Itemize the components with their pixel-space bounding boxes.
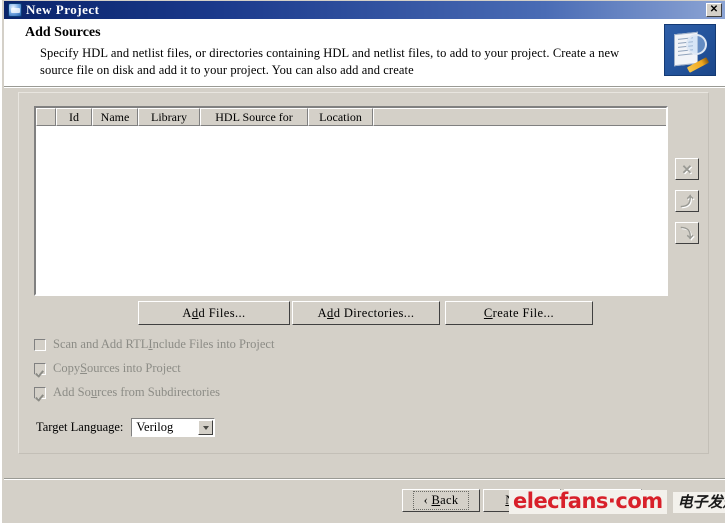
checkbox-box-scan-add-rtl[interactable] <box>34 338 46 351</box>
target-language-value: Verilog <box>136 420 174 434</box>
back-button-focus-ring: ‹ Back <box>412 491 470 510</box>
finish-button[interactable]: Finish <box>564 489 642 512</box>
dialog-body: Id Name Library HDL Source for Location … <box>4 88 725 478</box>
checkbox-label-subdirs-post: rces from Subdirectories <box>97 385 220 399</box>
back-button[interactable]: ‹ Back <box>402 489 480 512</box>
move-source-down-button[interactable]: ⤵ <box>675 222 699 244</box>
checkbox-box-add-subdirs[interactable] <box>34 386 46 399</box>
checkbox-box-copy-sources[interactable] <box>34 362 46 375</box>
column-header-name[interactable]: Name <box>92 108 138 126</box>
column-header-select[interactable] <box>36 108 56 126</box>
create-file-mnemonic: C <box>483 305 493 320</box>
table-header-row: Id Name Library HDL Source for Location <box>36 108 666 126</box>
back-label-pre: ‹ <box>423 493 432 507</box>
checkbox-label-subdirs-pre: Add So <box>53 385 91 399</box>
add-directories-label-post: d Directories... <box>333 305 415 320</box>
add-directories-label-pre: A <box>317 305 328 320</box>
target-language-select[interactable]: Verilog <box>131 418 216 437</box>
column-header-location[interactable]: Location <box>308 108 373 126</box>
window-title: New Project <box>26 2 100 17</box>
target-language-label: Target Language: <box>36 420 124 434</box>
checkbox-add-sources-from-subdirectories[interactable]: Add So u rces from Subdirectories <box>34 385 220 400</box>
column-header-library[interactable]: Library <box>138 108 200 126</box>
create-file-label-post: reate File... <box>492 305 555 320</box>
source-files-table[interactable]: Id Name Library HDL Source for Location <box>34 106 668 296</box>
create-file-button[interactable]: Create File... <box>445 301 593 325</box>
add-sources-illustration-icon <box>664 24 716 76</box>
column-header-id[interactable]: Id <box>56 108 92 126</box>
checkbox-mnemonic-copy: S <box>80 361 88 375</box>
close-icon[interactable]: ✕ <box>706 3 722 17</box>
checkbox-copy-sources-into-project[interactable]: Copy Sources into Project <box>34 361 181 376</box>
checkbox-label-copy-post: ources into Project <box>87 361 181 375</box>
table-body[interactable] <box>36 126 666 294</box>
add-directories-button[interactable]: Add Directories... <box>292 301 440 325</box>
checkbox-label-scan-pre: Scan and Add RTL <box>53 337 149 351</box>
column-header-filler <box>373 108 666 126</box>
add-files-label-pre: A <box>182 305 192 320</box>
window-icon <box>8 3 22 17</box>
new-project-dialog: New Project ✕ Add Sources Specify HDL an… <box>0 0 725 523</box>
checkbox-label-copy-pre: Copy <box>53 361 81 375</box>
back-mnemonic: B <box>431 493 441 507</box>
dialog-footer: ‹ Back Next › Finish <box>4 480 725 521</box>
checkbox-scan-add-rtl-include-files[interactable]: Scan and Add RTL Include Files into Proj… <box>34 337 274 352</box>
checkbox-label-scan-post: nclude Files into Project <box>152 337 275 351</box>
page-description: Specify HDL and netlist files, or direct… <box>40 46 620 77</box>
chevron-down-icon[interactable] <box>198 420 214 435</box>
remove-source-button[interactable]: ✕ <box>675 158 699 180</box>
next-mnemonic: N <box>505 493 515 507</box>
finish-mnemonic: F <box>586 493 594 507</box>
page-title: Add Sources <box>25 25 101 40</box>
next-button[interactable]: Next › <box>483 489 561 512</box>
finish-label-post: inish <box>593 493 620 507</box>
add-files-button[interactable]: Add Files... <box>138 301 290 325</box>
next-label-post: ext › <box>514 493 539 507</box>
add-directories-mnemonic: d <box>327 305 334 320</box>
column-header-hdl-source-for[interactable]: HDL Source for <box>200 108 308 126</box>
move-source-up-button[interactable]: ⤴ <box>675 190 699 212</box>
wizard-header: Add Sources Specify HDL and netlist file… <box>4 19 725 87</box>
add-files-label-post: d Files... <box>198 305 246 320</box>
add-files-mnemonic: d <box>191 305 199 320</box>
back-label-post: ack <box>440 493 459 507</box>
target-language-row: Target Language: Verilog <box>36 418 216 437</box>
title-bar[interactable]: New Project ✕ <box>4 1 725 19</box>
